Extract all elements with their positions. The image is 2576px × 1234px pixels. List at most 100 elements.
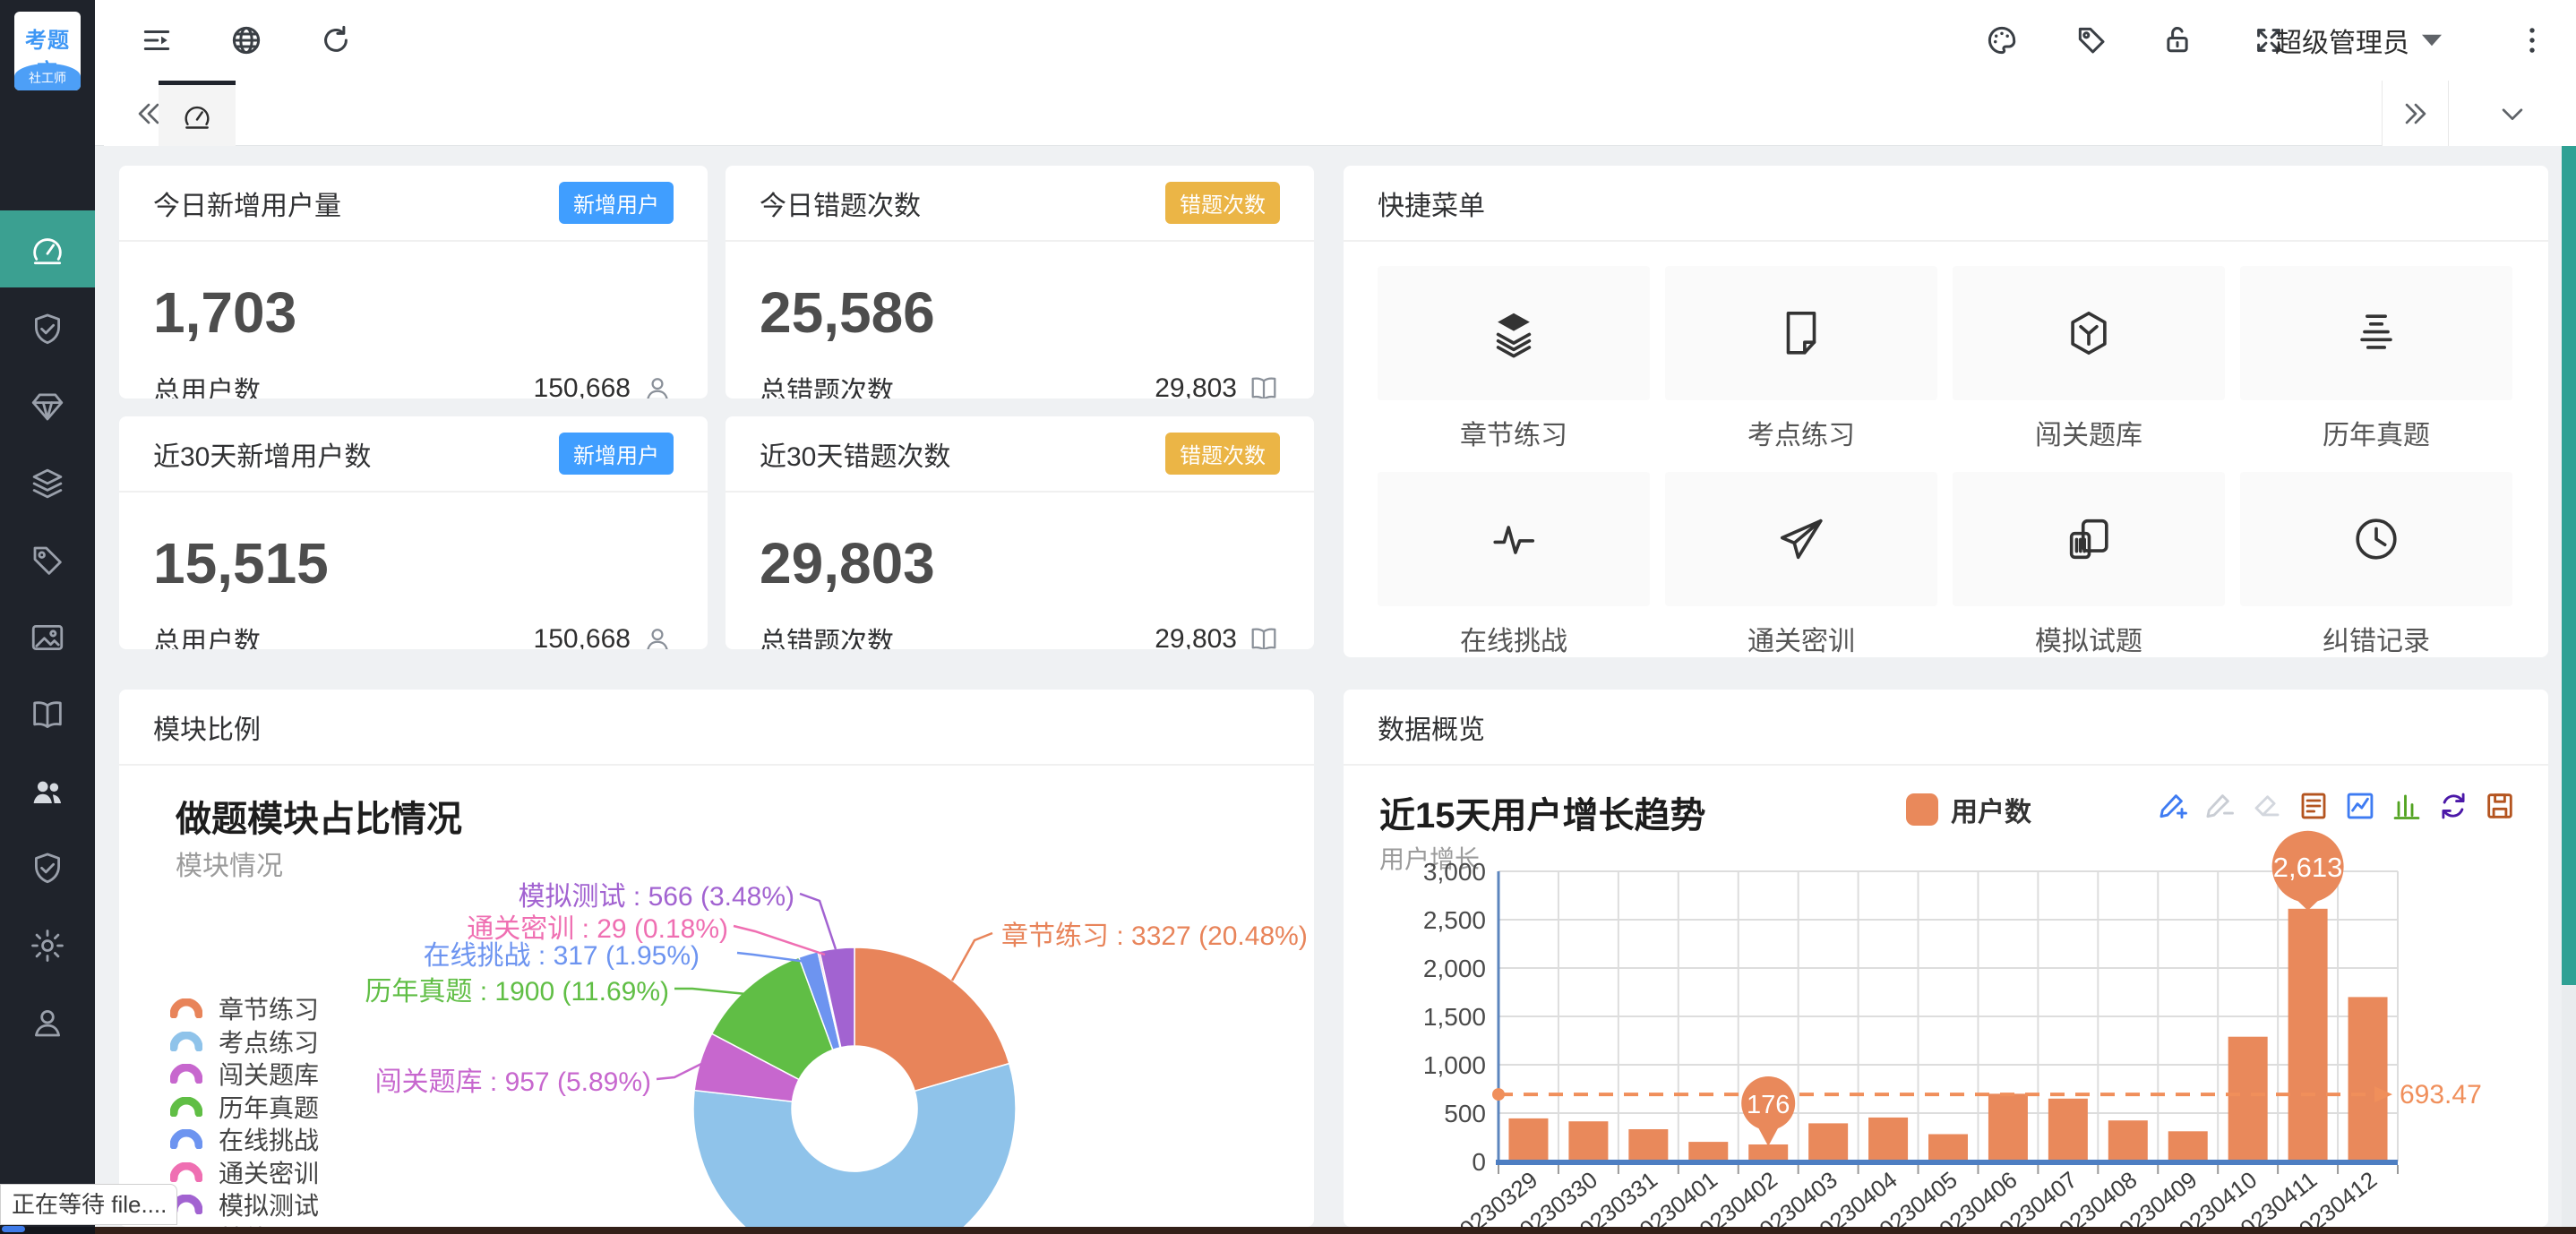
stat-footer-label: 总错题次数 [760, 369, 894, 398]
quick-menu-tile[interactable] [1665, 472, 1937, 606]
bar[interactable] [1568, 1121, 1608, 1161]
quick-menu-item[interactable]: 模拟试题 [1953, 472, 2225, 657]
quick-menu-tile[interactable] [1953, 266, 2225, 400]
tab-dashboard[interactable] [159, 81, 236, 146]
pie-legend-item[interactable]: 闯关题库 [170, 1056, 319, 1092]
logo-subtitle: 社工师 [29, 71, 66, 85]
quick-menu-tile[interactable] [2240, 472, 2512, 606]
quick-menu-tile[interactable] [1378, 266, 1650, 400]
bar[interactable] [1988, 1093, 2028, 1161]
stat-value: 1,703 [119, 242, 708, 346]
tabs-dropdown-icon[interactable] [2448, 81, 2576, 146]
sidebar-item-dashboard[interactable] [0, 210, 95, 287]
quick-menu-item[interactable]: 纠错记录 [2240, 472, 2512, 657]
stat-card-title: 近30天新增用户数 [153, 434, 371, 474]
layers-icon [29, 465, 66, 502]
user-outline-icon [29, 1004, 66, 1041]
y-axis-tick: 2,000 [1423, 955, 1486, 982]
tabs-scroll-right-icon[interactable] [2382, 81, 2448, 146]
quick-menu-label: 在线挑战 [1378, 606, 1650, 657]
gem-icon [29, 388, 66, 425]
loading-indicator [2, 1226, 25, 1232]
quick-menu-tile[interactable] [1953, 472, 2225, 606]
bar[interactable] [1628, 1129, 1668, 1161]
collapse-menu-icon[interactable] [138, 21, 176, 59]
bar[interactable] [2048, 1099, 2088, 1161]
document-icon [1775, 307, 1827, 359]
pie-legend-item[interactable]: 考点练习 [170, 1024, 319, 1059]
y-axis-tick: 1,000 [1423, 1051, 1486, 1079]
quick-menu-item[interactable]: 历年真题 [2240, 266, 2512, 472]
sidebar-item-layers[interactable] [0, 445, 95, 522]
book-icon [29, 696, 66, 733]
bar[interactable] [1808, 1123, 1848, 1161]
user-icon [641, 623, 674, 649]
bar[interactable] [1928, 1135, 1968, 1162]
quick-menu-tile[interactable] [2240, 266, 2512, 400]
tabbar [95, 81, 2576, 146]
pie-label-line [952, 933, 992, 981]
quick-menu-item[interactable]: 闯关题库 [1953, 266, 2225, 472]
user-menu[interactable]: 超级管理员 [2275, 0, 2442, 81]
quick-menu-label: 考点练习 [1665, 400, 1937, 472]
bottom-window-edge [0, 1227, 2576, 1234]
bar[interactable] [2168, 1131, 2208, 1161]
chevrons-right-icon [2400, 99, 2431, 129]
sidebar-item-users[interactable] [0, 753, 95, 830]
y-axis-tick: 1,500 [1423, 1003, 1486, 1031]
refresh-icon[interactable] [317, 21, 355, 59]
pie-legend-item[interactable]: 历年真题 [170, 1089, 319, 1125]
bar[interactable] [1508, 1118, 1548, 1161]
tag-icon[interactable] [2073, 21, 2110, 59]
palette-icon[interactable] [1983, 21, 2021, 59]
quick-menu-label: 纠错记录 [2240, 606, 2512, 657]
bar[interactable] [2348, 997, 2388, 1161]
gear-icon [29, 927, 66, 964]
topbar: 超级管理员 [95, 0, 2576, 81]
sidebar-item-shield-check[interactable] [0, 291, 95, 368]
legend-label: 其他 [219, 1220, 269, 1228]
scrollbar-thumb[interactable] [2562, 146, 2576, 985]
bar[interactable] [2288, 909, 2328, 1161]
sidebar: 考题宝 社工师 [0, 0, 95, 1234]
kebab-menu-icon[interactable] [2513, 21, 2551, 59]
pie-slice[interactable] [854, 947, 1009, 1091]
legend-label: 在线挑战 [219, 1121, 319, 1157]
bar-chart[interactable]: 05001,0001,5002,0002,5003,00020230329202… [1344, 690, 2548, 1227]
bar[interactable] [1748, 1144, 1788, 1161]
quick-menu-item[interactable]: 在线挑战 [1378, 472, 1650, 657]
globe-icon[interactable] [228, 21, 265, 59]
bar[interactable] [2228, 1037, 2268, 1161]
pie-legend-item[interactable]: 模拟测试 [170, 1187, 319, 1222]
sidebar-item-tag[interactable] [0, 522, 95, 599]
scrollbar-track[interactable] [2562, 146, 2576, 1234]
tag-icon [29, 542, 66, 579]
pie-legend-item[interactable]: 通关密训 [170, 1154, 319, 1190]
lock-icon[interactable] [2159, 21, 2196, 59]
sidebar-item-gem[interactable] [0, 368, 95, 445]
quick-menu-item[interactable]: 通关密训 [1665, 472, 1937, 657]
pie-legend-item[interactable]: 其他 [170, 1220, 269, 1228]
bar[interactable] [1688, 1142, 1728, 1161]
quick-menu-tile[interactable] [1378, 472, 1650, 606]
user-role-label: 超级管理员 [2275, 21, 2409, 60]
image-icon [29, 619, 66, 656]
pie-legend-item[interactable]: 章节练习 [170, 990, 319, 1026]
sidebar-item-image[interactable] [0, 599, 95, 676]
bar[interactable] [1868, 1118, 1908, 1161]
quick-menu-tile[interactable] [1665, 266, 1937, 400]
pie-legend-item[interactable]: 在线挑战 [170, 1121, 319, 1157]
sidebar-item-user-outline[interactable] [0, 984, 95, 1061]
quick-menu-grid: 章节练习考点练习闯关题库历年真题在线挑战通关密训模拟试题纠错记录 [1378, 266, 2514, 657]
book-icon [1248, 623, 1280, 649]
quick-menu-item[interactable]: 章节练习 [1378, 266, 1650, 472]
quick-menu-item[interactable]: 考点练习 [1665, 266, 1937, 472]
bar[interactable] [2108, 1120, 2148, 1161]
copy-pages-icon [2063, 513, 2115, 565]
sidebar-item-gear[interactable] [0, 907, 95, 984]
sidebar-item-book[interactable] [0, 676, 95, 753]
app-logo[interactable]: 考题宝 社工师 [14, 12, 81, 90]
sidebar-item-shield-check-2[interactable] [0, 830, 95, 907]
y-axis-tick: 2,500 [1423, 906, 1486, 934]
pulse-icon [1488, 513, 1540, 565]
